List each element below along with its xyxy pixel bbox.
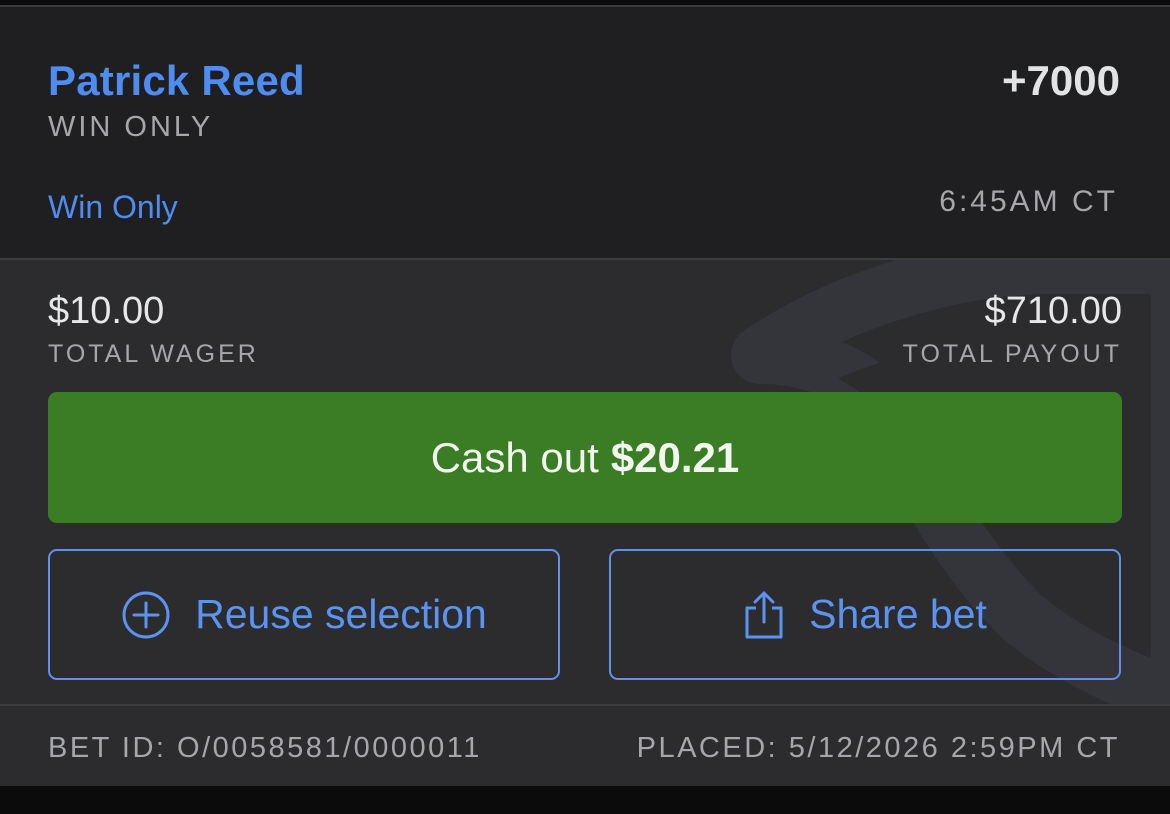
cash-out-button[interactable]: Cash out $20.21 bbox=[48, 392, 1122, 523]
share-bet-button[interactable]: Share bet bbox=[609, 549, 1121, 680]
market-type: WIN ONLY bbox=[48, 111, 214, 143]
share-bet-label: Share bet bbox=[809, 591, 987, 637]
total-wager-value: $10.00 bbox=[48, 290, 165, 332]
bet-footer: BET ID: O/0058581/0000011 PLACED: 5/12/2… bbox=[0, 706, 1170, 786]
selection-name: Patrick Reed bbox=[48, 57, 305, 104]
plus-circle-icon bbox=[121, 590, 171, 640]
cash-out-amount: $20.21 bbox=[610, 433, 740, 481]
reuse-selection-button[interactable]: Reuse selection bbox=[48, 549, 560, 680]
sub-market-link[interactable]: Win Only bbox=[48, 189, 178, 226]
total-payout-value: $710.00 bbox=[984, 290, 1122, 332]
bet-id: BET ID: O/0058581/0000011 bbox=[48, 732, 482, 764]
cash-out-label: Cash out bbox=[430, 433, 599, 481]
reuse-selection-label: Reuse selection bbox=[195, 591, 487, 637]
odds: +7000 bbox=[1002, 57, 1120, 104]
total-wager-label: TOTAL WAGER bbox=[48, 340, 259, 368]
bet-details-panel: $10.00 TOTAL WAGER $710.00 TOTAL PAYOUT … bbox=[0, 260, 1170, 704]
share-icon bbox=[743, 590, 785, 640]
event-time: 6:45AM CT bbox=[939, 185, 1118, 218]
bottom-edge bbox=[0, 786, 1170, 814]
placed-timestamp: PLACED: 5/12/2026 2:59PM CT bbox=[636, 732, 1120, 764]
bet-header: Patrick Reed WIN ONLY +7000 Win Only 6:4… bbox=[0, 7, 1170, 258]
total-payout-label: TOTAL PAYOUT bbox=[902, 340, 1122, 368]
